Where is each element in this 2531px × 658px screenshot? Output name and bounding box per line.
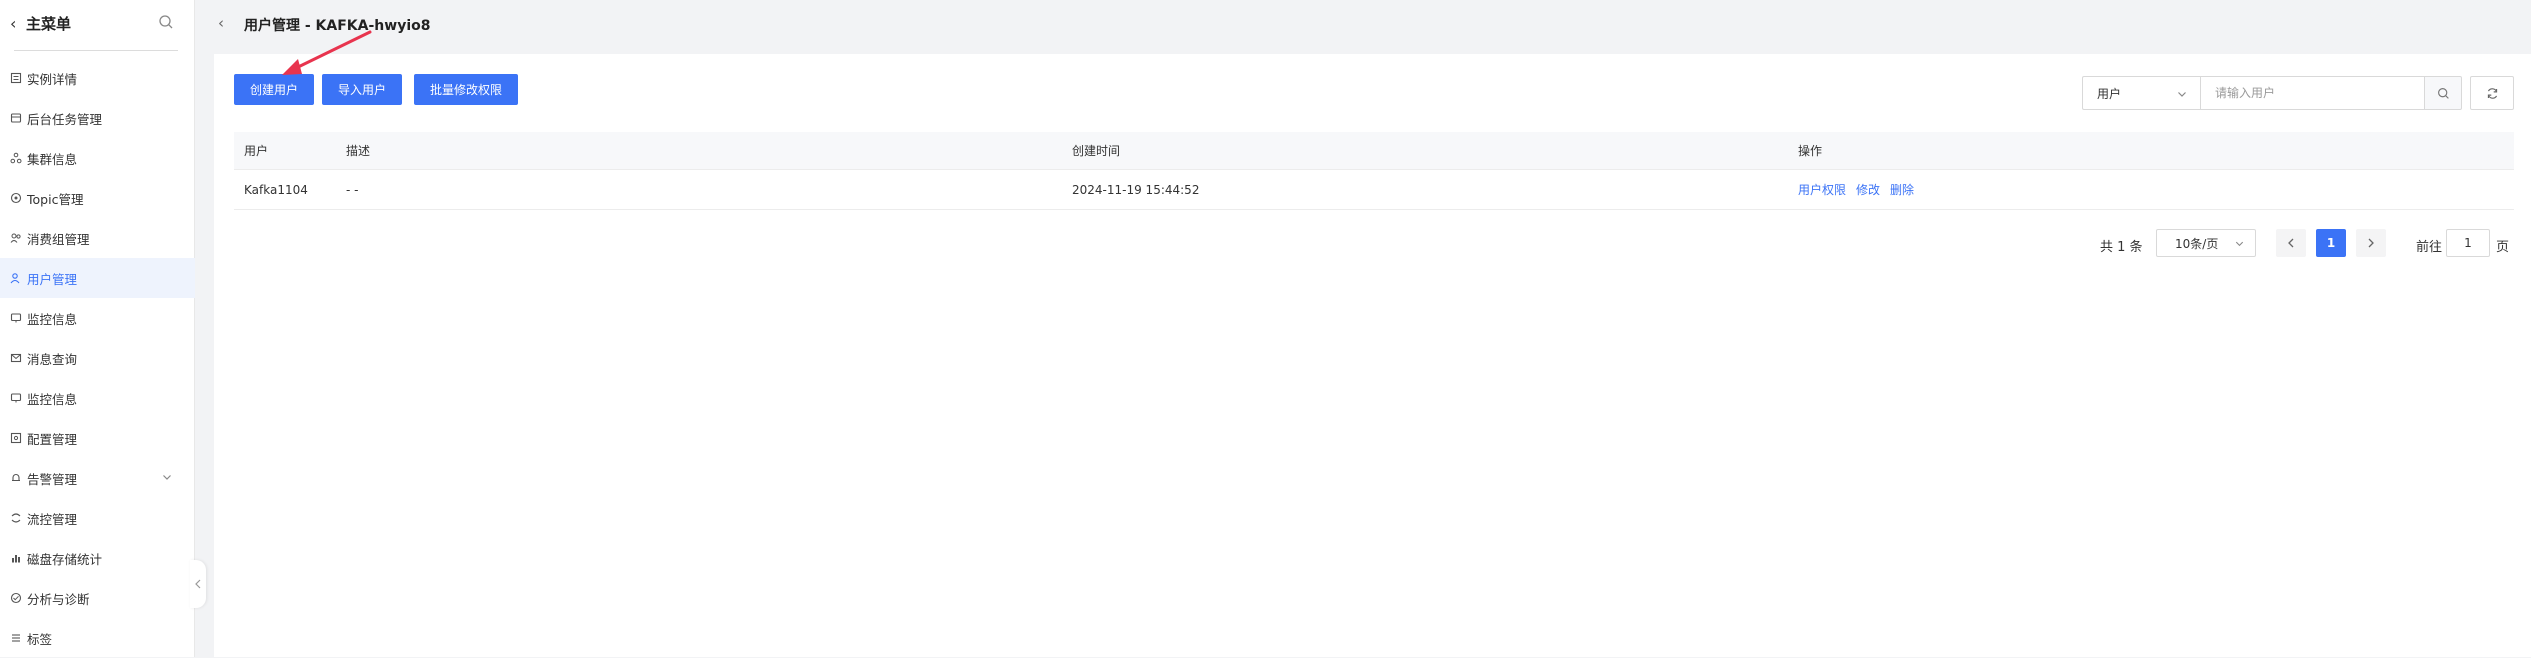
monitor-icon (10, 393, 22, 403)
user-icon (10, 273, 20, 284)
user-table: 用户 描述 创建时间 操作 Kafka1104 - - 2024-11-19 1… (234, 132, 2514, 210)
sidebar-item-monitor[interactable]: 监控信息 (0, 298, 195, 338)
topic-icon (10, 192, 22, 204)
filter-type-select[interactable]: 用户 (2082, 76, 2200, 110)
cluster-icon (10, 152, 22, 164)
sidebar-item-label: Topic管理 (27, 191, 84, 207)
instance-icon (10, 72, 22, 84)
page-number-button[interactable]: 1 (2316, 229, 2346, 257)
chevron-down-icon[interactable] (161, 471, 173, 483)
sidebar-item-label: 流控管理 (27, 511, 78, 527)
page-size-select[interactable]: 10条/页 (2156, 229, 2256, 257)
sidebar-item-config[interactable]: 配置管理 (0, 418, 195, 458)
sidebar-item-label: 监控信息 (27, 311, 78, 327)
diagnose-icon (10, 592, 22, 604)
sidebar-item-label: 消费组管理 (27, 231, 90, 247)
search-icon[interactable] (158, 14, 174, 30)
alarm-icon (12, 474, 20, 482)
page-suffix-label: 页 (2496, 240, 2510, 255)
sidebar-item-label: 磁盘存储统计 (27, 551, 103, 567)
sidebar-item-label: 消息查询 (27, 351, 78, 367)
goto-label: 前往 (2416, 240, 2443, 255)
edit-link[interactable]: 修改 (1856, 181, 1880, 198)
sidebar-menu: 实例详情 后台任务管理 集群信息 Topic管理 消费组管理 用户管理 监控信息 (0, 58, 195, 658)
filter-type-value: 用户 (2097, 86, 2122, 101)
sidebar-divider (14, 50, 178, 51)
sidebar-item-label: 实例详情 (27, 71, 78, 87)
page-header: ‹ 用户管理 - KAFKA-hwyio8 (204, 0, 2531, 48)
sidebar-item-flow-control[interactable]: 流控管理 (0, 498, 195, 538)
sidebar-header: ‹ 主菜单 (0, 0, 195, 48)
page-size-value: 10条/页 (2175, 236, 2219, 251)
sidebar-item-diagnose[interactable]: 分析与诊断 (0, 578, 195, 618)
cell-user: Kafka1104 (244, 182, 308, 197)
sidebar-item-label: 监控信息 (27, 391, 78, 407)
table-header: 用户 描述 创建时间 操作 (234, 132, 2514, 170)
chevron-down-icon (2235, 241, 2244, 247)
sidebar-item-users[interactable]: 用户管理 (0, 258, 195, 298)
sidebar-item-disk[interactable]: 磁盘存储统计 (0, 538, 195, 578)
sidebar-item-consumer-group[interactable]: 消费组管理 (0, 218, 195, 258)
next-page-button[interactable] (2356, 229, 2386, 257)
chevron-down-icon (2178, 92, 2186, 97)
refresh-icon (2487, 87, 2497, 99)
sidebar-item-cluster[interactable]: 集群信息 (0, 138, 195, 178)
sidebar-item-label: 配置管理 (27, 431, 78, 447)
sidebar-title: 主菜单 (26, 15, 72, 33)
chevron-right-icon (2368, 238, 2374, 248)
cell-created: 2024-11-19 15:44:52 (1072, 182, 1200, 197)
back-chevron-icon[interactable]: ‹ (218, 14, 224, 32)
main-content: 创建用户 导入用户 批量修改权限 用户 用户 描述 创建时间 操作 Kafka1… (214, 54, 2531, 657)
consumer-group-icon (10, 233, 21, 243)
sidebar-item-label: 分析与诊断 (27, 591, 90, 607)
sidebar-item-topic[interactable]: Topic管理 (0, 178, 195, 218)
column-header-created: 创建时间 (1072, 144, 1121, 158)
monitor-icon (10, 313, 22, 323)
search-icon (2437, 87, 2449, 99)
table-row: Kafka1104 - - 2024-11-19 15:44:52 用户权限 修… (234, 170, 2514, 210)
search-input[interactable] (2200, 76, 2424, 110)
sidebar-item-label: 标签 (27, 631, 53, 647)
sidebar-item-monitor-2[interactable]: 监控信息 (0, 378, 195, 418)
cell-actions: 用户权限 修改 删除 (1798, 170, 1924, 209)
sidebar-collapse-handle[interactable] (190, 560, 206, 608)
sidebar-item-label: 集群信息 (27, 151, 78, 167)
sidebar-item-instance[interactable]: 实例详情 (0, 58, 195, 98)
sidebar-item-tags[interactable]: 标签 (0, 618, 195, 658)
column-header-actions: 操作 (1798, 144, 1823, 158)
delete-link[interactable]: 删除 (1890, 181, 1914, 198)
sidebar-item-label: 后台任务管理 (27, 111, 103, 127)
user-permissions-link[interactable]: 用户权限 (1798, 181, 1846, 198)
config-icon (10, 432, 22, 444)
sidebar-item-tasks[interactable]: 后台任务管理 (0, 98, 195, 138)
annotation-arrow-icon (282, 30, 372, 75)
sidebar-item-label: 用户管理 (27, 271, 78, 287)
column-header-description: 描述 (346, 144, 371, 158)
batch-edit-permissions-button[interactable]: 批量修改权限 (414, 74, 518, 105)
refresh-button[interactable] (2470, 76, 2514, 110)
task-icon (10, 113, 22, 123)
pagination-total: 共 1 条 (2100, 240, 2143, 255)
disk-icon (12, 555, 20, 563)
sidebar-item-message-query[interactable]: 消息查询 (0, 338, 195, 378)
flow-control-icon (11, 513, 21, 523)
sidebar: ‹ 主菜单 实例详情 后台任务管理 集群信息 Topic管理 消费组管理 用户管… (0, 0, 195, 657)
search-button[interactable] (2424, 76, 2462, 110)
prev-page-button[interactable] (2276, 229, 2306, 257)
sidebar-item-alarm[interactable]: 告警管理 (0, 458, 195, 498)
sidebar-item-label: 告警管理 (27, 471, 78, 487)
back-chevron-icon[interactable]: ‹ (10, 14, 16, 33)
chevron-left-icon (2288, 238, 2294, 248)
tag-icon (12, 634, 20, 642)
goto-page-input[interactable] (2446, 229, 2490, 257)
chevron-left-icon (195, 579, 201, 589)
cell-description: - - (346, 182, 359, 197)
column-header-user: 用户 (244, 144, 269, 158)
message-icon (10, 353, 22, 363)
